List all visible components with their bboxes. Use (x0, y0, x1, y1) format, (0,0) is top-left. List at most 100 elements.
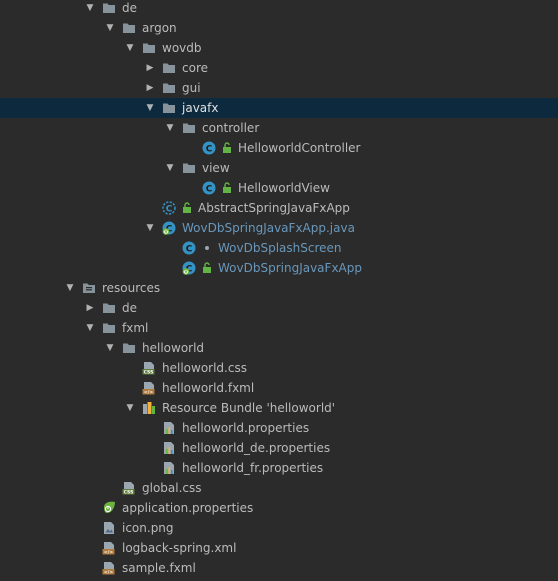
svg-text:C: C (206, 144, 213, 154)
folder-icon (162, 101, 176, 115)
folder-icon (182, 121, 196, 135)
tree-node-core[interactable]: ▶ core (0, 58, 558, 78)
expand-arrow-down-icon[interactable]: ▼ (164, 158, 176, 178)
tree-node-label: fxml (122, 321, 149, 335)
tree-node-label: gui (182, 81, 201, 95)
tree-node-abstractspringjavafxapp[interactable]: C AbstractSpringJavaFxApp (0, 198, 558, 218)
tree-node-label: de (122, 301, 137, 315)
tree-node-label: controller (202, 121, 260, 135)
tree-node-view[interactable]: ▼ view (0, 158, 558, 178)
tree-node-label: wovdb (162, 41, 202, 55)
tree-node-wovdb[interactable]: ▼ wovdb (0, 38, 558, 58)
tree-node-sample-fxml[interactable]: </> sample.fxml (0, 558, 558, 578)
folder-icon (122, 21, 136, 35)
tree-node-label: helloworld.properties (182, 421, 310, 435)
resources-folder-icon (82, 281, 96, 295)
tree-node-label: application.properties (122, 501, 254, 515)
tree-node-label: WovDbSplashScreen (218, 241, 342, 255)
tree-node-helloworld[interactable]: ▼ helloworld (0, 338, 558, 358)
tree-node-helloworldcontroller[interactable]: C HelloworldController (0, 138, 558, 158)
tree-node-logback-spring-xml[interactable]: </> logback-spring.xml (0, 538, 558, 558)
resource-bundle-icon (142, 401, 156, 415)
expand-arrow-down-icon[interactable]: ▼ (124, 38, 136, 58)
tree-node-label: logback-spring.xml (122, 541, 237, 555)
tree-node-gui[interactable]: ▶ gui (0, 78, 558, 98)
tree-node-label: HelloworldController (238, 141, 361, 155)
tree-node-label: view (202, 161, 230, 175)
tree-node-label: helloworld.css (162, 361, 247, 375)
tree-node-label: helloworld (142, 341, 205, 355)
expand-arrow-down-icon[interactable]: ▼ (84, 318, 96, 338)
expand-arrow-down-icon[interactable]: ▼ (84, 0, 96, 18)
tree-node-label: de (122, 1, 137, 15)
image-file-icon (102, 521, 116, 535)
expand-arrow-down-icon[interactable]: ▼ (104, 18, 116, 38)
tree-node-helloworld-properties[interactable]: helloworld.properties (0, 418, 558, 438)
java-class-icon: C (202, 181, 216, 195)
tree-node-helloworldview[interactable]: C HelloworldView (0, 178, 558, 198)
expand-arrow-down-icon[interactable]: ▼ (144, 218, 156, 238)
tree-node-icon-png[interactable]: icon.png (0, 518, 558, 538)
svg-text:</>: </> (104, 550, 114, 556)
svg-text:CSS: CSS (144, 370, 154, 376)
project-tree: ▼ de ▼ argon ▼ wovdb ▶ core ▶ gui ▼ javafx ▼ controll… (0, 0, 558, 578)
tree-node-wovdbspringjavafxapp-java[interactable]: ▼ C WovDbSpringJavaFxApp.java (0, 218, 558, 238)
tree-node-wovdbspringjavafxapp[interactable]: C WovDbSpringJavaFxApp (0, 258, 558, 278)
fxml-file-icon: </> (102, 561, 116, 576)
expand-arrow-down-icon[interactable]: ▼ (104, 338, 116, 358)
tree-node-fxml[interactable]: ▼ fxml (0, 318, 558, 338)
folder-icon (102, 301, 116, 315)
spring-boot-class-icon: C (162, 221, 176, 235)
folder-icon (162, 61, 176, 75)
svg-text:C: C (166, 204, 173, 214)
tree-node-helloworld-css[interactable]: CSS helloworld.css (0, 358, 558, 378)
tree-node-wovdbsplashscreen[interactable]: C WovDbSplashScreen (0, 238, 558, 258)
svg-text:C: C (186, 244, 193, 254)
folder-icon (182, 161, 196, 175)
expand-arrow-right-icon[interactable]: ▶ (144, 78, 156, 98)
expand-arrow-down-icon[interactable]: ▼ (124, 398, 136, 418)
tree-node-application-properties[interactable]: application.properties (0, 498, 558, 518)
expand-arrow-down-icon[interactable]: ▼ (64, 278, 76, 298)
abstract-class-icon: C (162, 201, 176, 215)
spring-boot-class-icon: C (182, 261, 196, 275)
folder-icon (142, 41, 156, 55)
tree-node-helloworld-fxml[interactable]: </> helloworld.fxml (0, 378, 558, 398)
svg-text:CSS: CSS (124, 490, 134, 496)
tree-node-de[interactable]: ▶ de (0, 298, 558, 318)
svg-text:</>: </> (104, 570, 114, 576)
tree-node-helloworld-de-properties[interactable]: helloworld_de.properties (0, 438, 558, 458)
tree-node-de[interactable]: ▼ de (0, 0, 558, 18)
tree-node-controller[interactable]: ▼ controller (0, 118, 558, 138)
java-class-icon: C (182, 241, 196, 255)
css-file-icon: CSS (142, 361, 156, 376)
tree-node-label: AbstractSpringJavaFxApp (198, 201, 350, 215)
tree-node-label: helloworld_fr.properties (182, 461, 324, 475)
fxml-file-icon: </> (142, 381, 156, 396)
tree-node-javafx[interactable]: ▼ javafx (0, 98, 558, 118)
public-access-lock-icon (202, 261, 212, 275)
tree-node-label: global.css (142, 481, 202, 495)
tree-node-helloworld-fr-properties[interactable]: helloworld_fr.properties (0, 458, 558, 478)
public-access-lock-icon (222, 141, 232, 155)
tree-node-label: resources (102, 281, 161, 295)
tree-node-resources[interactable]: ▼ resources (0, 278, 558, 298)
svg-text:C: C (206, 184, 213, 194)
expand-arrow-right-icon[interactable]: ▶ (84, 298, 96, 318)
properties-file-icon (162, 441, 176, 455)
tree-node-label: helloworld_de.properties (182, 441, 331, 455)
tree-node-global-css[interactable]: CSS global.css (0, 478, 558, 498)
tree-node-label: core (182, 61, 208, 75)
tree-node-label: javafx (182, 101, 219, 115)
public-access-lock-icon (182, 201, 192, 215)
spring-properties-icon (102, 501, 116, 515)
xml-file-icon: </> (102, 541, 116, 556)
tree-node-argon[interactable]: ▼ argon (0, 18, 558, 38)
java-class-icon: C (202, 141, 216, 155)
tree-node-resource-bundle-helloworld[interactable]: ▼ Resource Bundle 'helloworld' (0, 398, 558, 418)
folder-icon (102, 1, 116, 15)
expand-arrow-right-icon[interactable]: ▶ (144, 58, 156, 78)
expand-arrow-down-icon[interactable]: ▼ (144, 98, 156, 118)
properties-file-icon (162, 461, 176, 475)
expand-arrow-down-icon[interactable]: ▼ (164, 118, 176, 138)
